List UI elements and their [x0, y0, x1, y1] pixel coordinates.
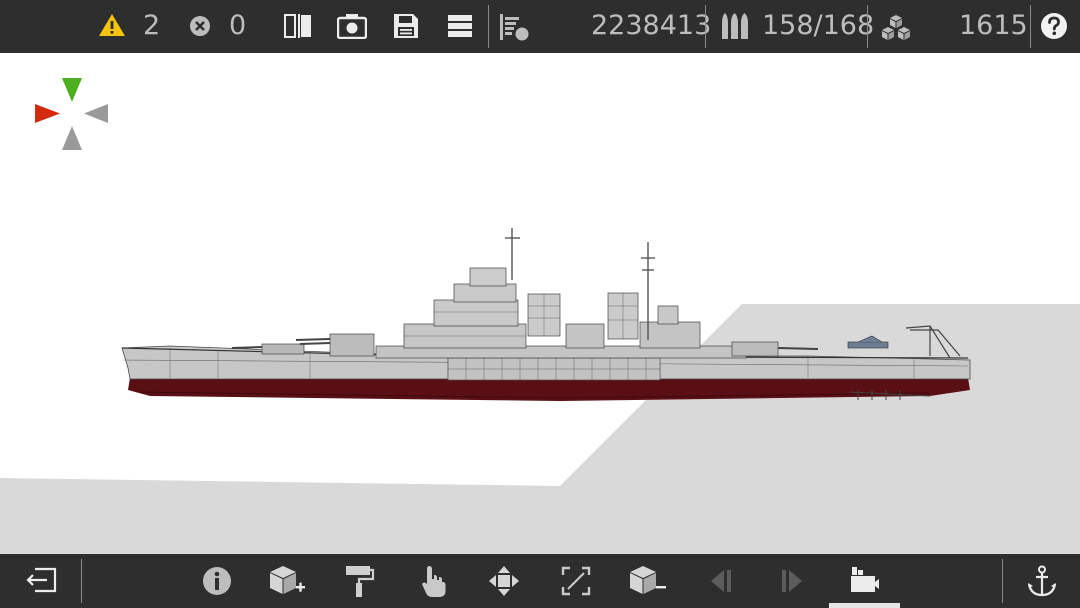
info-icon[interactable] — [202, 566, 232, 596]
cost-value: 2238413 — [591, 10, 712, 41]
next-icon[interactable] — [780, 568, 804, 594]
errors-count[interactable]: 0 — [229, 9, 246, 43]
toolbar-separator — [1002, 559, 1003, 603]
toolbar-separator — [81, 559, 82, 603]
mirror-icon[interactable] — [284, 13, 312, 39]
toolbar-separator — [705, 5, 706, 48]
screenshot-icon[interactable] — [337, 13, 367, 39]
toolbar-separator — [1030, 5, 1031, 48]
active-tab-indicator — [829, 603, 900, 608]
ground-plane — [0, 304, 1080, 554]
scene-canvas — [0, 78, 1080, 554]
rotate-icon[interactable] — [561, 566, 591, 596]
anchor-icon[interactable] — [1027, 565, 1057, 597]
warning-icon[interactable] — [98, 13, 126, 37]
exit-icon[interactable] — [25, 567, 57, 593]
menu-icon[interactable] — [447, 14, 473, 38]
shipyard-icon[interactable] — [850, 566, 880, 594]
help-icon[interactable] — [1040, 12, 1068, 40]
save-icon[interactable] — [393, 13, 419, 39]
superstructure — [375, 267, 747, 359]
paint-icon[interactable] — [345, 564, 375, 598]
parts-count: 1615 — [959, 10, 1028, 41]
parts-icon — [882, 15, 910, 40]
bottom-toolbar — [0, 554, 1080, 608]
prev-icon[interactable] — [709, 568, 733, 594]
top-toolbar: 2 0 2238413 158/168 1615 — [0, 0, 1080, 53]
select-icon[interactable] — [421, 564, 447, 598]
orientation-gizmo — [35, 78, 108, 150]
ship-viewport[interactable] — [0, 53, 1080, 554]
remove-part-icon[interactable] — [629, 565, 667, 597]
stats-icon[interactable] — [499, 13, 531, 41]
axis-left-arrow — [35, 104, 60, 123]
axis-up-arrow — [62, 78, 82, 102]
ammo-value: 158/168 — [762, 10, 875, 41]
add-part-icon[interactable] — [269, 565, 307, 597]
ammo-icon — [722, 13, 748, 39]
toolbar-separator — [488, 5, 489, 48]
axis-right-arrow — [84, 104, 108, 123]
toolbar-separator — [867, 5, 868, 48]
warnings-count[interactable]: 2 — [143, 9, 160, 43]
error-icon[interactable] — [189, 15, 211, 37]
axis-down-arrow — [62, 126, 82, 150]
move-icon[interactable] — [488, 565, 520, 597]
